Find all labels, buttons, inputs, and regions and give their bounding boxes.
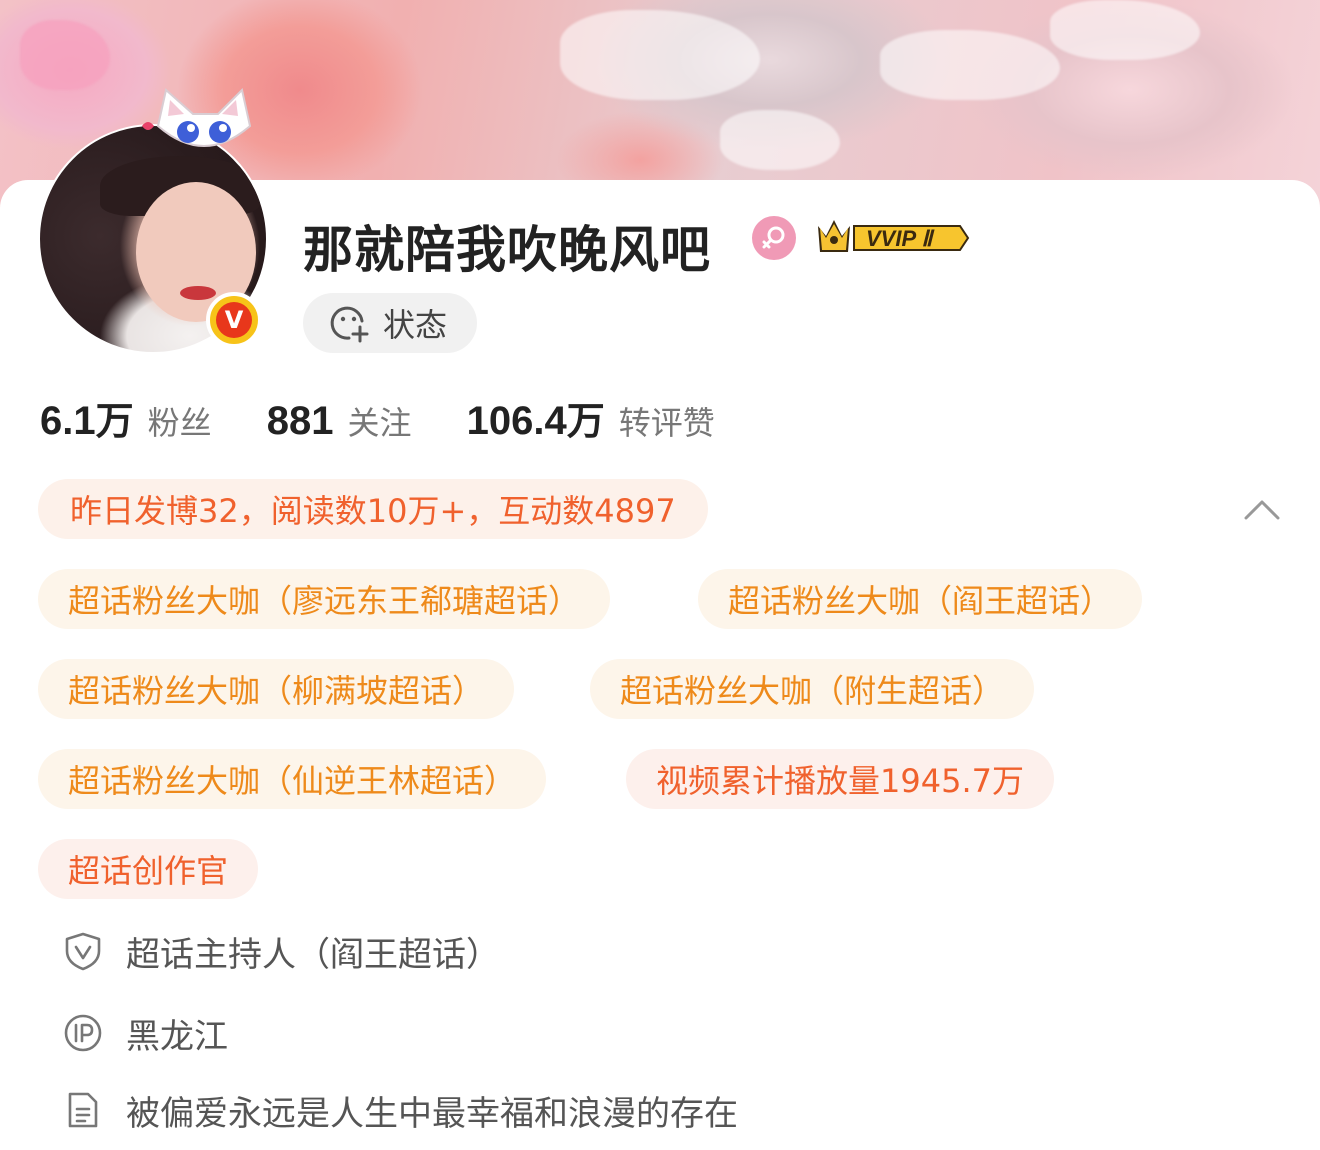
stat-unit: 万 [566,399,605,443]
tag-chip[interactable]: 超话粉丝大咖（仙逆王林超话） [38,749,547,809]
document-icon [68,1092,98,1128]
stat-unit: 万 [95,399,134,443]
profile-name: 那就陪我吹晚风吧 [303,221,711,279]
status-button[interactable]: 状态 [303,293,477,353]
ip-icon [64,1014,102,1052]
location-text: 黑龙江 [126,1016,228,1057]
vvip-badge[interactable]: VVIP Ⅱ [812,212,972,262]
stat-value: 106.4 [466,399,567,443]
tag-chip[interactable]: 超话创作官 [38,839,259,899]
stat-label: 转评赞 [618,404,715,442]
info-row-location: 黑龙江 [62,1008,228,1058]
host-text: 超话主持人（阎王超话） [126,934,500,975]
info-row-host[interactable]: 超话主持人（阎王超话） [62,926,500,976]
verified-badge-icon: V [206,292,262,348]
stat-following[interactable]: 881 关注 [267,398,412,444]
tag-chip[interactable]: 视频累计播放量1945.7万 [626,749,1054,809]
stat-followers[interactable]: 6.1万 粉丝 [40,390,212,445]
profile-stats: 6.1万 粉丝 881 关注 106.4万 转评赞 [40,390,765,450]
stat-value: 6.1 [40,399,96,443]
chevron-up-icon[interactable] [1240,490,1284,530]
vvip-text: VVIP Ⅱ [866,226,935,251]
shield-v-icon [65,932,101,971]
crown-icon [818,220,850,252]
activity-summary-chip[interactable]: 昨日发博32，阅读数10万+，互动数4897 [38,479,708,539]
stat-value: 881 [266,399,334,443]
female-icon [752,216,796,260]
cat-ears-decoration-icon [142,88,252,147]
stat-label: 关注 [347,404,412,442]
stat-interactions[interactable]: 106.4万 转评赞 [467,390,715,445]
tag-chip[interactable]: 超话粉丝大咖（附生超话） [590,659,1035,719]
smiley-plus-icon [330,306,369,343]
tag-chip[interactable]: 超话粉丝大咖（柳满坡超话） [38,659,515,719]
tag-chip[interactable]: 超话粉丝大咖（廖远东王郗瑭超话） [38,569,611,629]
bio-text: 被偏爱永远是人生中最幸福和浪漫的存在 [126,1093,738,1134]
info-row-bio: 被偏爱永远是人生中最幸福和浪漫的存在 [62,1085,738,1135]
verified-mark: V [216,302,252,338]
avatar-container[interactable]: V [38,88,268,354]
status-label: 状态 [383,306,448,344]
tag-chip[interactable]: 超话粉丝大咖（阎王超话） [698,569,1143,629]
stat-label: 粉丝 [147,404,212,442]
